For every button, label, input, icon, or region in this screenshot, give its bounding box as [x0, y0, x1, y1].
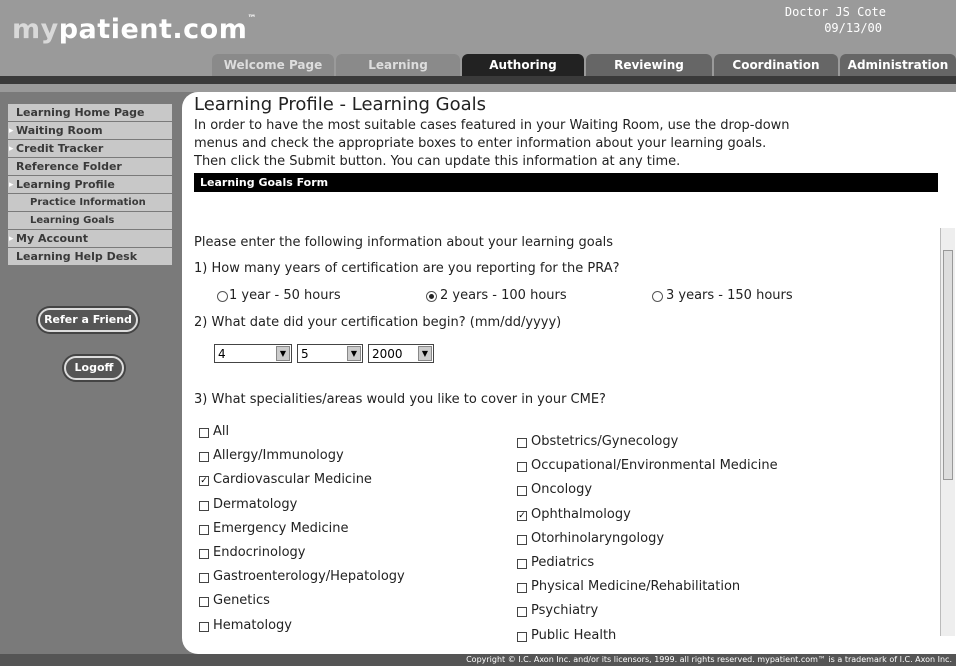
intro-text-line: In order to have the most suitable cases…	[194, 118, 790, 133]
specialty-checkbox[interactable]	[517, 583, 527, 593]
chevron-down-icon: ▼	[347, 346, 361, 361]
specialty-checkbox[interactable]	[517, 632, 527, 642]
intro-text-line: menus and check the appropriate boxes to…	[194, 136, 767, 151]
specialty-label: Physical Medicine/Rehabilitation	[531, 579, 741, 594]
refer-a-friend-button[interactable]: Refer a Friend	[38, 308, 138, 332]
question-3: 3) What specialities/areas would you lik…	[194, 392, 606, 407]
specialty-label: All	[213, 424, 230, 439]
specialty-label: Oncology	[531, 482, 593, 497]
radio-1-year[interactable]	[217, 291, 228, 302]
tab-administration[interactable]: Administration	[840, 54, 956, 76]
tab-coordination[interactable]: Coordination	[714, 54, 838, 76]
day-select[interactable]: 5 ▼	[297, 344, 363, 363]
specialty-label: Obstetrics/Gynecology	[531, 434, 679, 449]
specialty-label: Allergy/Immunology	[213, 448, 344, 463]
tab-reviewing[interactable]: Reviewing	[586, 54, 712, 76]
specialty-label: Psychiatry	[531, 603, 599, 618]
specialty-checkbox[interactable]	[517, 438, 527, 448]
user-info: Doctor JS Cote 09/13/00	[785, 4, 886, 36]
specialty-label: Dermatology	[213, 497, 298, 512]
radio-2-years[interactable]	[426, 291, 437, 302]
specialty-label: Pediatrics	[531, 555, 595, 570]
radio-3-years[interactable]	[652, 291, 663, 302]
specialty-checkbox[interactable]	[517, 535, 527, 545]
specialty-label: Endocrinology	[213, 545, 306, 560]
sidebar-item-learning-help-desk[interactable]: Learning Help Desk	[8, 248, 172, 266]
specialty-label: Emergency Medicine	[213, 521, 349, 536]
sidebar-item-waiting-room[interactable]: ▸ Waiting Room	[8, 122, 172, 140]
specialty-checkbox[interactable]	[199, 573, 209, 583]
specialty-checkbox[interactable]	[199, 452, 209, 462]
radio-label: 2 years - 100 hours	[440, 288, 567, 303]
specialty-checkbox[interactable]	[199, 525, 209, 535]
sidebar-item-learning-home[interactable]: Learning Home Page	[8, 104, 172, 122]
form-title-bar: Learning Goals Form	[194, 173, 938, 192]
year-select[interactable]: 2000 ▼	[368, 344, 434, 363]
sidebar: Learning Home Page ▸ Waiting Room ▸ Credit…	[0, 92, 182, 654]
tab-authoring[interactable]: Authoring	[462, 54, 584, 76]
form-prompt: Please enter the following information a…	[194, 235, 614, 250]
specialty-label: Hematology	[213, 618, 292, 633]
logo: mypatient.com™	[12, 14, 257, 45]
specialty-label: Genetics	[213, 593, 270, 608]
arrow-right-icon: ▸	[9, 234, 14, 244]
sidebar-item-practice-information[interactable]: Practice Information	[8, 194, 172, 212]
specialty-checkbox[interactable]: ✓	[199, 476, 209, 486]
specialty-label: Gastroenterology/Hepatology	[213, 569, 405, 584]
arrow-right-icon: ▸	[9, 126, 14, 136]
arrow-right-icon: ▸	[9, 144, 14, 154]
specialty-label: Occupational/Environmental Medicine	[531, 458, 778, 473]
tab-bar-strip	[0, 76, 956, 84]
footer-copyright: Copyright © I.C. Axon Inc. and/or its li…	[0, 654, 956, 666]
current-date: 09/13/00	[824, 21, 882, 35]
arrow-right-icon: ▸	[9, 180, 14, 190]
month-select[interactable]: 4 ▼	[214, 344, 292, 363]
scrollbar[interactable]	[940, 228, 955, 636]
specialty-checkbox[interactable]	[517, 486, 527, 496]
sidebar-item-learning-profile[interactable]: ▸ Learning Profile	[8, 176, 172, 194]
specialty-checkbox[interactable]	[517, 462, 527, 472]
specialty-label: Ophthalmology	[531, 507, 631, 522]
specialty-checkbox[interactable]	[199, 501, 209, 511]
sidebar-item-learning-goals[interactable]: Learning Goals	[8, 212, 172, 230]
specialty-checkbox[interactable]: ✓	[517, 511, 527, 521]
sidebar-item-my-account[interactable]: ▸ My Account	[8, 230, 172, 248]
tab-learning[interactable]: Learning	[336, 54, 460, 76]
specialty-checkbox[interactable]	[517, 607, 527, 617]
user-name: Doctor JS Cote	[784, 5, 886, 19]
chevron-down-icon: ▼	[276, 346, 290, 361]
specialty-checkbox[interactable]	[199, 622, 209, 632]
scrollbar-thumb[interactable]	[943, 250, 953, 480]
specialty-checkbox[interactable]	[517, 559, 527, 569]
radio-label: 3 years - 150 hours	[666, 288, 793, 303]
sidebar-item-reference-folder[interactable]: Reference Folder	[8, 158, 172, 176]
question-2: 2) What date did your certification begi…	[194, 315, 562, 330]
sidebar-item-credit-tracker[interactable]: ▸ Credit Tracker	[8, 140, 172, 158]
specialty-checkbox[interactable]	[199, 549, 209, 559]
chevron-down-icon: ▼	[418, 346, 432, 361]
specialty-label: Cardiovascular Medicine	[213, 472, 372, 487]
specialty-label: Public Health	[531, 628, 617, 643]
logoff-button[interactable]: Logoff	[64, 356, 124, 380]
page-title: Learning Profile - Learning Goals	[194, 94, 487, 115]
question-1: 1) How many years of certification are y…	[194, 261, 620, 276]
tab-welcome-page[interactable]: Welcome Page	[212, 54, 334, 76]
specialty-checkbox[interactable]	[199, 428, 209, 438]
specialty-checkbox[interactable]	[199, 597, 209, 607]
header: mypatient.com™ Doctor JS Cote 09/13/00 W…	[0, 0, 956, 92]
radio-label: 1 year - 50 hours	[229, 288, 341, 303]
intro-text-line: Then click the Submit button. You can up…	[194, 154, 681, 169]
specialty-label: Otorhinolaryngology	[531, 531, 665, 546]
